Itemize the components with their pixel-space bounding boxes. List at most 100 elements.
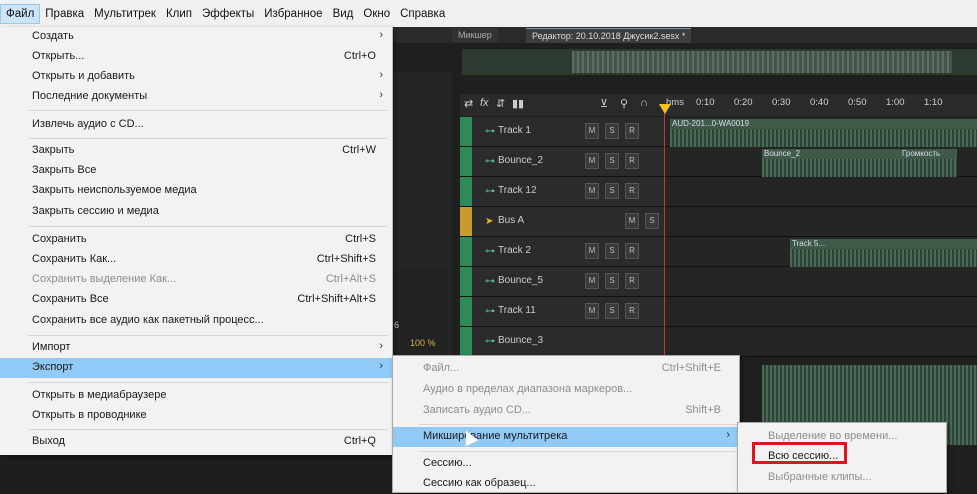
solo-button[interactable]: S	[605, 123, 619, 139]
menu-file[interactable]: Файл	[0, 3, 41, 24]
waveform-icon: ⊶	[485, 306, 495, 317]
menu-separator	[28, 138, 388, 139]
monitor-icon[interactable]: ⊻	[600, 97, 608, 110]
track-row[interactable]: ➤ Bus A M S	[460, 207, 977, 237]
menu-item-export-session[interactable]: Сессию...	[393, 454, 739, 474]
track-row[interactable]: ⊶ Bounce_5 M S R	[460, 267, 977, 297]
menu-item-save-as[interactable]: Сохранить Как... Ctrl+Shift+S	[0, 250, 392, 270]
menu-item-label: Файл...	[423, 362, 460, 374]
track-row[interactable]: ⊶ Track 12 M S R	[460, 177, 977, 207]
record-button[interactable]: R	[625, 123, 639, 139]
track-header: ⊶ Bounce_2 M S R	[460, 147, 664, 176]
solo-button[interactable]: S	[605, 303, 619, 319]
track-name[interactable]: Track 11	[498, 305, 536, 316]
menu-item-exit[interactable]: Выход Ctrl+Q	[0, 432, 392, 452]
search-icon[interactable]: ⚲	[620, 97, 628, 110]
menu-item-save-all[interactable]: Сохранить Все Ctrl+Shift+Alt+S	[0, 290, 392, 310]
mute-button[interactable]: M	[585, 273, 599, 289]
menu-clip[interactable]: Клип	[161, 4, 197, 24]
mute-button[interactable]: M	[585, 153, 599, 169]
track-name[interactable]: Bounce_2	[498, 155, 543, 166]
mute-button[interactable]: M	[585, 183, 599, 199]
menu-effects[interactable]: Эффекты	[197, 4, 259, 24]
menu-item-export-marker-range[interactable]: Аудио в пределах диапазона маркеров...	[393, 380, 739, 400]
submenu-arrow-icon: ›	[379, 89, 383, 101]
track-row[interactable]: ⊶ Track 11 M S R	[460, 297, 977, 327]
fx-icon[interactable]: fx	[480, 97, 489, 109]
track-name[interactable]: Track 1	[498, 125, 531, 136]
menu-item-open-explorer[interactable]: Открыть в проводнике	[0, 406, 392, 426]
menu-multitrack[interactable]: Мультитрек	[89, 4, 161, 24]
menu-item-export[interactable]: Экспорт ›	[0, 358, 392, 378]
overview-selection[interactable]	[572, 51, 952, 73]
mute-button[interactable]: M	[585, 123, 599, 139]
menu-item-open[interactable]: Открыть... Ctrl+O	[0, 47, 392, 67]
mixdown-submenu: Выделение во времени... Всю сессию... Вы…	[737, 422, 947, 493]
menu-item-export-file[interactable]: Файл... Ctrl+Shift+E	[393, 359, 739, 379]
solo-button[interactable]: S	[605, 153, 619, 169]
menu-item-save-selection[interactable]: Сохранить выделение Как... Ctrl+Alt+S	[0, 270, 392, 290]
menu-item-import[interactable]: Импорт ›	[0, 338, 392, 358]
solo-button[interactable]: S	[605, 273, 619, 289]
record-button[interactable]: R	[625, 273, 639, 289]
menu-item-open-append[interactable]: Открыть и добавить ›	[0, 67, 392, 87]
tab-mixer[interactable]: Микшер	[452, 28, 498, 42]
track-name[interactable]: Bounce_5	[498, 275, 543, 286]
menu-item-recent[interactable]: Последние документы ›	[0, 87, 392, 107]
menu-help[interactable]: Справка	[395, 4, 450, 24]
menu-item-create[interactable]: Создать ›	[0, 27, 392, 47]
menu-item-save[interactable]: Сохранить Ctrl+S	[0, 230, 392, 250]
menu-separator	[419, 424, 737, 425]
menu-edit[interactable]: Правка	[40, 4, 89, 24]
tab-editor[interactable]: Редактор: 20.10.2018 Джусик2.sesx *	[526, 28, 692, 43]
record-button[interactable]: R	[625, 303, 639, 319]
menu-view[interactable]: Вид	[328, 4, 359, 24]
time-ruler[interactable]: hms 0:10 0:20 0:30 0:40 0:50 1:00 1:10	[664, 94, 977, 116]
session-overview[interactable]	[462, 49, 977, 75]
menu-item-close-session[interactable]: Закрыть сессию и медиа	[0, 202, 392, 222]
record-button[interactable]: R	[625, 183, 639, 199]
track-row[interactable]: ⊶ Track 1 M S R AUD-201...0-WA0019	[460, 117, 977, 154]
menu-item-close[interactable]: Закрыть Ctrl+W	[0, 141, 392, 161]
track-row[interactable]: ⊶ Bounce_2 M S R Bounce_2 Громкость	[460, 147, 977, 184]
track-name[interactable]: Track 2	[498, 245, 531, 256]
menu-item-label: Сессию...	[423, 457, 472, 469]
menu-item-open-media-browser[interactable]: Открыть в медиабраузере	[0, 386, 392, 406]
headphones-icon[interactable]: ∩	[640, 97, 648, 109]
menu-item-selected-clips[interactable]: Выбранные клипы...	[738, 468, 946, 488]
menu-window[interactable]: Окно	[358, 4, 395, 24]
solo-button[interactable]: S	[605, 243, 619, 259]
swap-icon[interactable]: ⇄	[464, 97, 473, 110]
record-button[interactable]: R	[625, 243, 639, 259]
playhead-handle[interactable]	[659, 104, 671, 114]
record-button[interactable]: R	[625, 153, 639, 169]
track-name[interactable]: Track 12	[498, 185, 537, 196]
waveform-icon: ⊶	[485, 126, 495, 137]
menu-item-extract-cd[interactable]: Извлечь аудио с CD...	[0, 115, 392, 135]
menu-item-burn-cd[interactable]: Записать аудио CD... Shift+B	[393, 401, 739, 421]
bus-icon: ➤	[485, 216, 494, 227]
track-color-bar	[460, 327, 472, 356]
track-row[interactable]: ⊶ Track 2 M S R Track 5...	[460, 237, 977, 274]
track-row[interactable]: ⊶ Bounce_3	[460, 327, 977, 357]
shortcut-label: Ctrl+Q	[343, 435, 376, 447]
menu-favorites[interactable]: Избранное	[259, 4, 327, 24]
shortcut-label: Ctrl+Shift+S	[316, 253, 376, 265]
solo-button[interactable]: S	[645, 213, 659, 229]
clip-label: Bounce_2	[764, 149, 801, 158]
menu-item-close-all[interactable]: Закрыть Все	[0, 161, 392, 181]
solo-button[interactable]: S	[605, 183, 619, 199]
track-name[interactable]: Bus A	[498, 215, 524, 226]
eq-icon[interactable]: ▮▮	[512, 97, 524, 110]
track-header: ⊶ Track 2 M S R	[460, 237, 664, 266]
send-icon[interactable]: ⇵	[496, 97, 505, 110]
menu-item-multitrack-mixdown[interactable]: Микширование мультитрека ›	[393, 427, 739, 447]
menu-item-close-unused[interactable]: Закрыть неиспользуемое медиа	[0, 181, 392, 201]
menu-item-save-batch[interactable]: Сохранить все аудио как пакетный процесс…	[0, 311, 392, 331]
menu-item-label: Открыть в проводнике	[32, 409, 147, 421]
menu-item-export-session-template[interactable]: Сессию как образец...	[393, 474, 739, 494]
mute-button[interactable]: M	[585, 303, 599, 319]
track-name[interactable]: Bounce_3	[498, 335, 543, 346]
mute-button[interactable]: M	[625, 213, 639, 229]
mute-button[interactable]: M	[585, 243, 599, 259]
